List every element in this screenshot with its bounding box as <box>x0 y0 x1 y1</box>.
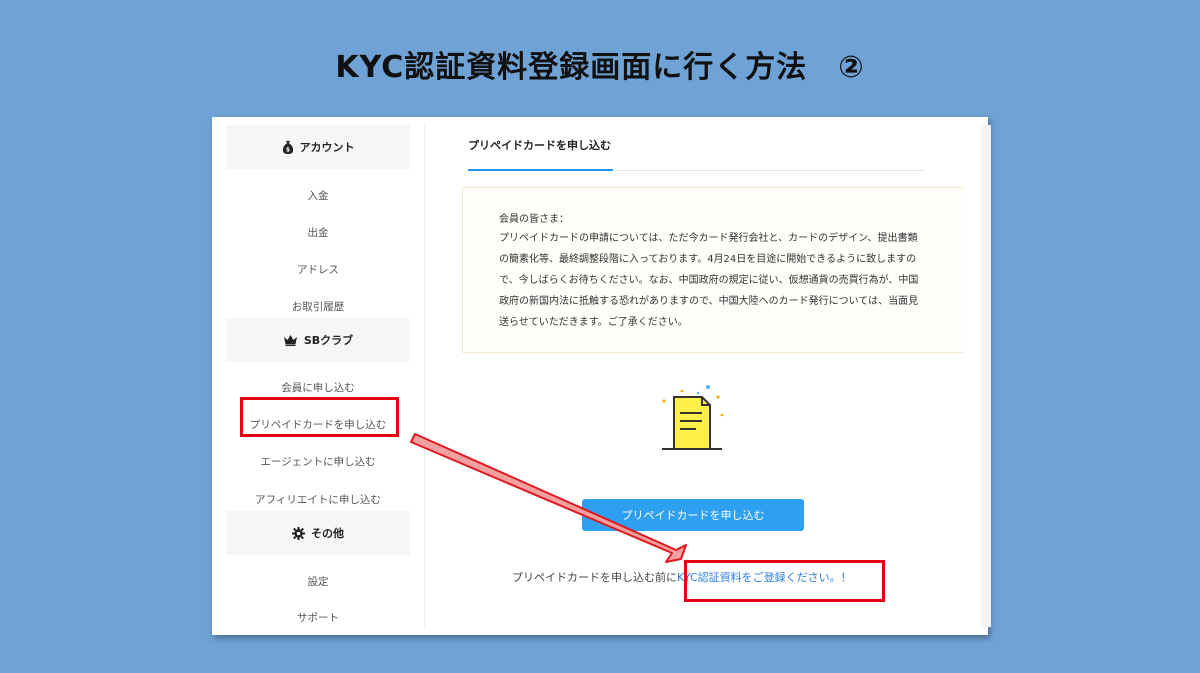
active-tab-indicator <box>468 169 613 171</box>
sidebar-item-withdraw[interactable]: 出金 <box>226 225 410 240</box>
document-icon <box>652 385 732 457</box>
slide-title: KYC認証資料登録画面に行く方法 ② <box>335 50 865 85</box>
sidebar-section-label: アカウント <box>299 141 355 154</box>
sidebar-section-account: $ アカウント <box>226 125 410 169</box>
sidebar-item-affiliate-apply[interactable]: アフィリエイトに申し込む <box>226 492 410 507</box>
money-bag-icon: $ <box>282 140 294 154</box>
notice-box: 会員の皆さま： プリペイドカードの申請については、ただ今カード発行会社と、カード… <box>462 187 963 353</box>
sidebar-section-label: その他 <box>311 527 344 540</box>
sidebar-section-label: SBクラブ <box>303 334 354 347</box>
sidebar-item-member-apply[interactable]: 会員に申し込む <box>226 380 410 395</box>
sidebar-item-history[interactable]: お取引履歴 <box>226 299 410 314</box>
sidebar-item-settings[interactable]: 設定 <box>226 574 410 589</box>
sidebar: $ アカウント 入金 出金 アドレス お取引履歴 SBクラブ 会員に申し込む プ… <box>226 125 410 627</box>
sidebar-item-support[interactable]: サポート <box>226 610 410 625</box>
notice-line: 送らせていただきます。ご了承ください。 <box>499 317 688 328</box>
highlight-box-kyc-link <box>684 560 885 602</box>
notice-line: プリペイドカードの申請については、ただ今カード発行会社と、カードのデザイン、提出… <box>499 233 918 244</box>
sidebar-item-agent-apply[interactable]: エージェントに申し込む <box>226 454 410 469</box>
notice-line: で、今しばらくお待ちください。なお、中国政府の規定に従い、仮想通貨の売買行為が、… <box>499 275 919 286</box>
kyc-prefix-text: プリペイドカードを申し込む前に <box>512 571 677 584</box>
sidebar-section-sbclub: SBクラブ <box>226 318 410 362</box>
apply-prepaid-card-button[interactable]: プリペイドカードを申し込む <box>582 499 804 531</box>
notice-line: の簡素化等、最終調整段階に入っております。4月24日を目途に開始できるように致し… <box>499 254 917 265</box>
svg-text:$: $ <box>285 147 289 154</box>
notice-line: 政府の新国内法に抵触する恐れがありますので、中国大陸へのカード発行については、当… <box>499 296 919 307</box>
notice-title: 会員の皆さま： <box>499 214 569 225</box>
crown-icon <box>283 334 298 346</box>
sidebar-item-deposit[interactable]: 入金 <box>226 188 410 203</box>
gear-icon <box>292 526 305 540</box>
app-screenshot: $ アカウント 入金 出金 アドレス お取引履歴 SBクラブ 会員に申し込む プ… <box>212 117 991 635</box>
sidebar-section-other: その他 <box>226 511 410 555</box>
highlight-box-sidebar <box>240 397 399 437</box>
tab-divider <box>613 170 925 171</box>
notice-body: プリペイドカードの申請については、ただ今カード発行会社と、カードのデザイン、提出… <box>499 228 945 333</box>
tab-prepaid-card[interactable]: プリペイドカードを申し込む <box>468 137 611 153</box>
sidebar-item-address[interactable]: アドレス <box>226 262 410 277</box>
